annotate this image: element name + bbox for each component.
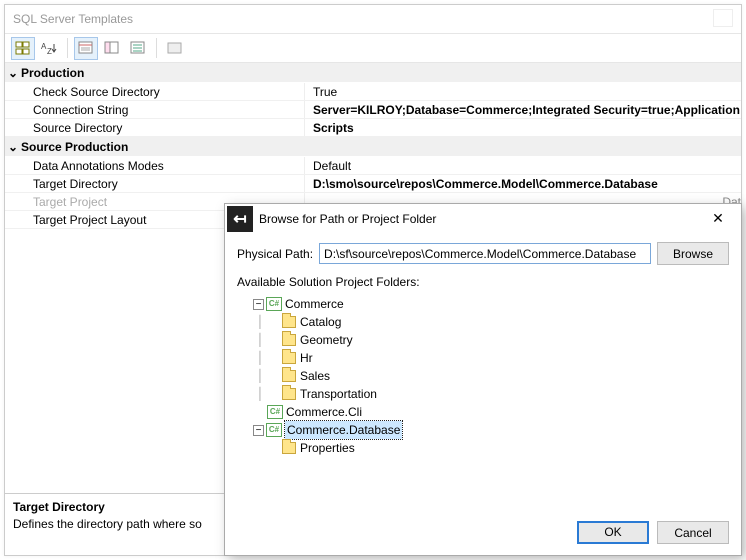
tree-label: Catalog	[300, 313, 341, 331]
close-icon[interactable]: ✕	[701, 207, 735, 231]
cancel-button[interactable]: Cancel	[657, 521, 729, 544]
property-value[interactable]: Default	[305, 157, 741, 174]
toolbar-extra-button[interactable]	[163, 37, 187, 60]
property-row[interactable]: Target Directory D:\smo\source\repos\Com…	[5, 175, 741, 193]
dialog-titlebar: ↤ Browse for Path or Project Folder ✕	[225, 204, 741, 234]
expander-icon[interactable]: −	[253, 299, 264, 310]
property-row[interactable]: Data Annotations Modes Default	[5, 157, 741, 175]
folder-icon	[281, 441, 297, 455]
toolbar-separator	[67, 38, 68, 58]
folder-icon	[281, 333, 297, 347]
csharp-project-icon: C#	[266, 297, 282, 311]
alphabetical-button[interactable]: AZ	[37, 37, 61, 60]
property-row[interactable]: Source Directory Scripts	[5, 119, 741, 137]
browse-dialog: ↤ Browse for Path or Project Folder ✕ Ph…	[224, 203, 742, 556]
tree-node-geometry[interactable]: │ Geometry	[237, 331, 729, 349]
property-label: Check Source Directory	[5, 83, 305, 100]
categorized-button[interactable]	[11, 37, 35, 60]
csharp-project-icon: C#	[266, 423, 282, 437]
close-icon[interactable]	[713, 9, 733, 27]
tree-label: Geometry	[300, 331, 353, 349]
tree-node-sales[interactable]: │ Sales	[237, 367, 729, 385]
tree-label: Properties	[300, 439, 355, 457]
tree-label: Transportation	[300, 385, 377, 403]
category-label: Source Production	[21, 137, 128, 157]
physical-path-input[interactable]	[319, 243, 651, 264]
tree-label: Commerce.Cli	[286, 403, 362, 421]
folder-icon	[281, 369, 297, 383]
tree-node-commerce-cli[interactable]: C# Commerce.Cli	[237, 403, 729, 421]
tree-label: Sales	[300, 367, 330, 385]
folder-icon	[281, 351, 297, 365]
tree-node-commerce[interactable]: − C# Commerce	[237, 295, 729, 313]
tree-node-properties[interactable]: Properties	[237, 439, 729, 457]
dialog-body: Physical Path: Browse Available Solution…	[225, 234, 741, 507]
toolbar-separator	[156, 38, 157, 58]
tree-node-commerce-database[interactable]: − C# Commerce.Database	[237, 421, 729, 439]
ok-button[interactable]: OK	[577, 521, 649, 544]
property-value[interactable]: D:\smo\source\repos\Commerce.Model\Comme…	[305, 175, 741, 192]
dialog-title: Browse for Path or Project Folder	[259, 212, 701, 226]
folder-icon	[281, 387, 297, 401]
window-title: SQL Server Templates	[13, 5, 133, 33]
collapse-icon[interactable]: ⌄	[5, 137, 21, 157]
tree-node-catalog[interactable]: │ Catalog	[237, 313, 729, 331]
property-row[interactable]: Connection String Server=KILROY;Database…	[5, 101, 741, 119]
physical-path-label: Physical Path:	[237, 247, 313, 261]
category-header[interactable]: ⌄ Source Production	[5, 137, 741, 157]
available-folders-label: Available Solution Project Folders:	[237, 275, 729, 289]
csharp-project-icon: C#	[267, 405, 283, 419]
expander-icon[interactable]: −	[253, 425, 264, 436]
tree-node-hr[interactable]: │ Hr	[237, 349, 729, 367]
window-titlebar: SQL Server Templates	[5, 5, 741, 33]
svg-text:Z: Z	[47, 47, 52, 55]
property-label: Source Directory	[5, 119, 305, 136]
toolbar-view3-button[interactable]	[126, 37, 150, 60]
property-label: Data Annotations Modes	[5, 157, 305, 174]
property-value[interactable]: Server=KILROY;Database=Commerce;Integrat…	[305, 101, 741, 118]
collapse-icon[interactable]: ⌄	[5, 63, 21, 83]
category-label: Production	[21, 63, 84, 83]
category-header[interactable]: ⌄ Production	[5, 63, 741, 83]
property-value[interactable]: Scripts	[305, 119, 741, 136]
tree-label-selected: Commerce.Database	[285, 421, 402, 439]
folder-icon	[281, 315, 297, 329]
property-label: Target Directory	[5, 175, 305, 192]
folder-tree[interactable]: − C# Commerce │ Catalog │ Geometry │	[237, 293, 729, 507]
tree-label: Hr	[300, 349, 313, 367]
tree-node-transportation[interactable]: │ Transportation	[237, 385, 729, 403]
tree-label: Commerce	[285, 295, 344, 313]
dialog-footer: OK Cancel	[577, 521, 729, 544]
propertygrid-toolbar: AZ	[5, 33, 741, 63]
property-value[interactable]: True	[305, 83, 741, 100]
property-row[interactable]: Check Source Directory True	[5, 83, 741, 101]
toolbar-view2-button[interactable]	[100, 37, 124, 60]
physical-path-row: Physical Path: Browse	[237, 242, 729, 265]
browse-button[interactable]: Browse	[657, 242, 729, 265]
app-icon: ↤	[227, 206, 253, 232]
property-pages-button[interactable]	[74, 37, 98, 60]
property-label: Connection String	[5, 101, 305, 118]
